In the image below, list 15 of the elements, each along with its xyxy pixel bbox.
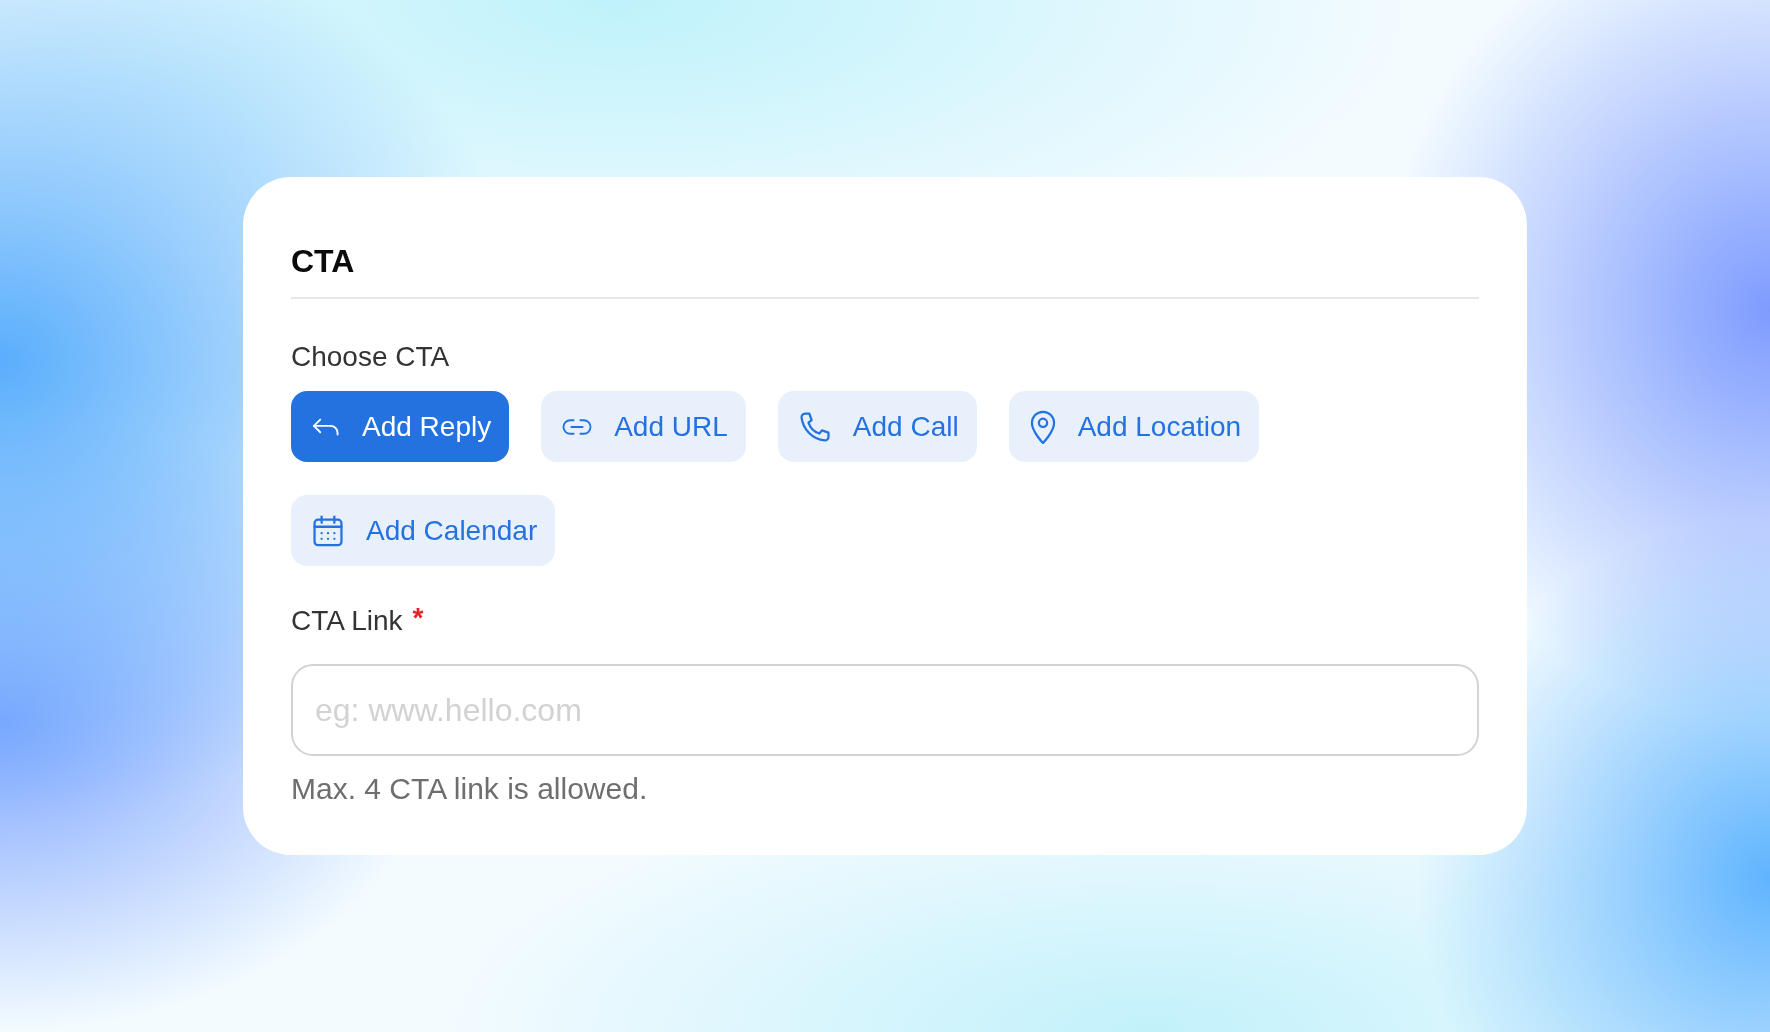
- field-label: Choose CTA: [291, 340, 450, 374]
- cta-option-button[interactable]: Add Reply: [291, 391, 510, 462]
- calendar-icon: [311, 513, 345, 548]
- cta-option-button[interactable]: Add URL: [541, 391, 746, 462]
- reply-arrow-icon: [311, 416, 341, 437]
- cta-option-button[interactable]: Add Call: [777, 391, 977, 462]
- cta-option-button[interactable]: Add Location: [1008, 391, 1260, 462]
- required-asterisk: *: [412, 603, 424, 633]
- card-title: CTA: [291, 242, 355, 281]
- field-label: CTA Link: [291, 604, 403, 638]
- link-icon: [561, 417, 594, 436]
- cta-option-button[interactable]: Add Calendar: [291, 495, 556, 566]
- location-pin-icon: [1028, 408, 1057, 445]
- helper-text: Max. 4 CTA link is allowed.: [291, 772, 648, 806]
- phone-icon: [797, 409, 832, 444]
